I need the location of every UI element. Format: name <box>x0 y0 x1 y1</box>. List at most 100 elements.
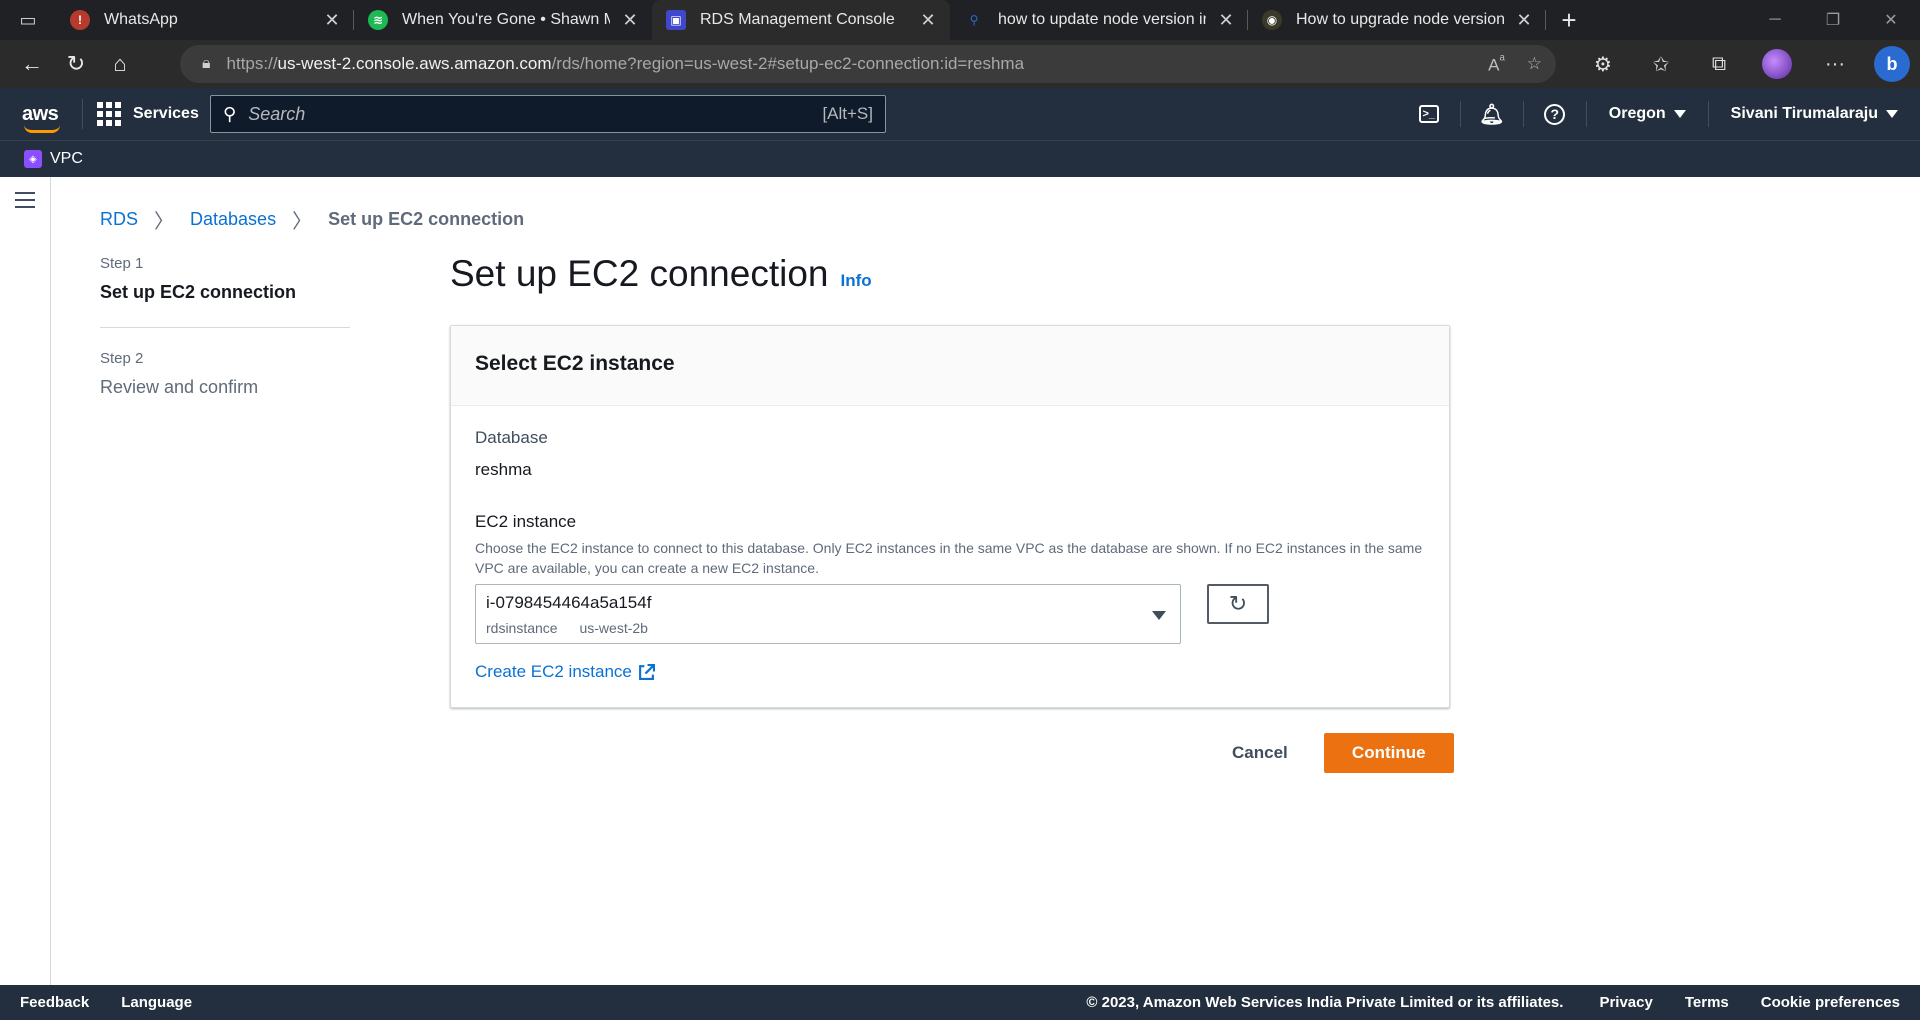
selected-instance-id: i-0798454464a5a154f <box>486 593 652 612</box>
refresh-button[interactable]: ↻ <box>1207 584 1269 624</box>
database-value: reshma <box>475 460 532 479</box>
collections-icon[interactable]: ⧉ <box>1690 40 1748 88</box>
tab-title: When You're Gone • Shawn Mendes <box>402 11 610 28</box>
tab-upgrade-node[interactable]: ◉ How to upgrade node version ubuntu ✕ <box>1248 0 1546 40</box>
privacy-link[interactable]: Privacy <box>1599 994 1652 1011</box>
step-1-title: Set up EC2 connection <box>100 282 297 302</box>
step-2-title: Review and confirm <box>100 377 259 397</box>
search-bar: ⚲ [Alt+S] <box>210 95 886 133</box>
wizard-steps: Step 1 Set up EC2 connection Step 2 Revi… <box>100 255 350 398</box>
url-input[interactable]: 🔒︎ https://us-west-2.console.aws.amazon.… <box>180 45 1556 83</box>
chevron-right-icon: 〉 <box>292 211 313 233</box>
chevron-right-icon: 〉 <box>154 211 175 233</box>
grid-icon <box>97 102 121 126</box>
cookie-preferences-link[interactable]: Cookie preferences <box>1761 994 1900 1011</box>
ec2-instance-description: Choose the EC2 instance to connect to th… <box>475 540 1423 576</box>
extensions-icon[interactable]: ⚙ <box>1574 40 1632 88</box>
minimize-icon[interactable]: ─ <box>1746 0 1804 40</box>
add-favorite-icon[interactable]: ☆ <box>1527 54 1542 74</box>
close-icon[interactable]: ✕ <box>322 10 342 31</box>
ec2-instance-label: EC2 instance <box>475 512 577 531</box>
search-icon: ⚲ <box>969 13 979 27</box>
window-controls: ─ ❐ ✕ <box>1746 0 1920 40</box>
notifications-icon[interactable]: 🔔︎ <box>1461 88 1523 140</box>
hamburger-menu-icon[interactable] <box>15 192 35 213</box>
back-icon[interactable]: ← <box>10 44 54 84</box>
breadcrumb-rds[interactable]: RDS <box>100 209 138 230</box>
ec2-instance-select[interactable]: i-0798454464a5a154f rdsinstance us-west-… <box>475 584 1181 644</box>
window-close-icon[interactable]: ✕ <box>1862 0 1920 40</box>
caret-down-icon <box>1152 611 1166 620</box>
close-icon[interactable]: ✕ <box>620 10 640 31</box>
tab-whatsapp[interactable]: ! WhatsApp ✕ <box>56 0 354 40</box>
terms-link[interactable]: Terms <box>1685 994 1729 1011</box>
create-ec2-instance-link[interactable]: Create EC2 instance <box>475 662 655 682</box>
region-selector[interactable]: Oregon <box>1587 105 1708 123</box>
panel-header: Select EC2 instance <box>475 352 675 375</box>
more-icon[interactable]: ··· <box>1806 40 1864 88</box>
search-input[interactable] <box>248 103 823 125</box>
breadcrumb: RDS 〉 Databases 〉 Set up EC2 connection <box>100 205 524 234</box>
page-title: Set up EC2 connection <box>450 253 829 294</box>
reload-icon[interactable]: ↻ <box>54 44 98 84</box>
step-number: Step 2 <box>100 350 144 367</box>
breadcrumb-current: Set up EC2 connection <box>328 209 525 229</box>
tab-search-node[interactable]: ⚲ how to update node version in ubuntu ✕ <box>950 0 1248 40</box>
account-menu[interactable]: Sivani Tirumalaraju <box>1709 105 1920 123</box>
rds-icon: ▣ <box>666 10 686 30</box>
caret-down-icon <box>1886 110 1898 118</box>
services-menu[interactable]: Services <box>97 102 199 126</box>
select-ec2-panel: Select EC2 instance Database reshma EC2 … <box>450 325 1450 708</box>
close-icon[interactable]: ✕ <box>1514 10 1534 31</box>
aws-top-nav: aws Services ⚲ [Alt+S] >_ 🔔︎ ? Oregon Si… <box>0 88 1920 140</box>
instance-az: us-west-2b <box>579 620 648 636</box>
page-header: Set up EC2 connection Info <box>450 253 872 295</box>
info-link[interactable]: Info <box>840 271 871 291</box>
read-aloud-icon[interactable]: Aᵃ <box>1488 52 1505 76</box>
aws-logo[interactable]: aws <box>22 103 66 133</box>
profile-avatar[interactable] <box>1748 40 1806 88</box>
home-icon[interactable]: ⌂ <box>98 44 142 84</box>
browser-tab-strip: ▭ ! WhatsApp ✕ ≋ When You're Gone • Shaw… <box>0 0 1920 40</box>
tab-rds-console[interactable]: ▣ RDS Management Console ✕ <box>652 0 950 40</box>
site-icon: ◉ <box>1262 10 1282 30</box>
tab-actions-icon[interactable]: ▭ <box>0 0 56 40</box>
lock-icon[interactable]: 🔒︎ <box>202 55 211 73</box>
breadcrumb-databases[interactable]: Databases <box>190 209 276 230</box>
bing-icon[interactable]: b <box>1874 46 1910 82</box>
close-icon[interactable]: ✕ <box>1216 10 1236 31</box>
caret-down-icon <box>1673 110 1686 118</box>
vpc-icon: ◈ <box>24 150 42 168</box>
new-tab-icon[interactable]: + <box>1546 0 1592 40</box>
tab-spotify[interactable]: ≋ When You're Gone • Shawn Mendes ✕ <box>354 0 652 40</box>
url-text: https://us-west-2.console.aws.amazon.com… <box>226 54 1025 73</box>
tab-title: how to update node version in ubuntu <box>998 11 1206 28</box>
address-bar: ← ↻ ⌂ 🔒︎ https://us-west-2.console.aws.a… <box>0 40 1920 88</box>
footer: Feedback Language © 2023, Amazon Web Ser… <box>0 985 1920 1020</box>
feedback-link[interactable]: Feedback <box>20 994 89 1011</box>
favorites-icon[interactable]: ✩ <box>1632 40 1690 88</box>
search-icon: ⚲ <box>223 103 237 124</box>
restore-icon[interactable]: ❐ <box>1804 0 1862 40</box>
tab-title: How to upgrade node version ubuntu <box>1296 11 1504 28</box>
continue-button[interactable]: Continue <box>1323 733 1454 773</box>
form-actions: Cancel Continue <box>1210 733 1454 773</box>
copyright-text: © 2023, Amazon Web Services India Privat… <box>1086 994 1564 1011</box>
tab-title: WhatsApp <box>104 11 178 28</box>
cancel-button[interactable]: Cancel <box>1210 743 1310 763</box>
side-navigation-rail <box>0 177 51 985</box>
cloudshell-icon[interactable]: >_ <box>1398 88 1460 140</box>
search-shortcut: [Alt+S] <box>822 104 873 123</box>
tab-title: RDS Management Console <box>700 11 895 28</box>
help-icon[interactable]: ? <box>1524 88 1586 140</box>
close-icon[interactable]: ✕ <box>918 10 938 31</box>
spotify-icon: ≋ <box>368 10 388 30</box>
whatsapp-icon: ! <box>70 10 90 30</box>
refresh-icon: ↻ <box>1228 591 1248 616</box>
database-label: Database <box>475 428 548 447</box>
favorite-vpc[interactable]: ◈ VPC <box>24 150 83 168</box>
instance-name: rdsinstance <box>486 620 558 636</box>
step-number: Step 1 <box>100 255 144 272</box>
language-link[interactable]: Language <box>121 994 192 1011</box>
favorites-bar: ◈ VPC <box>0 140 1920 177</box>
